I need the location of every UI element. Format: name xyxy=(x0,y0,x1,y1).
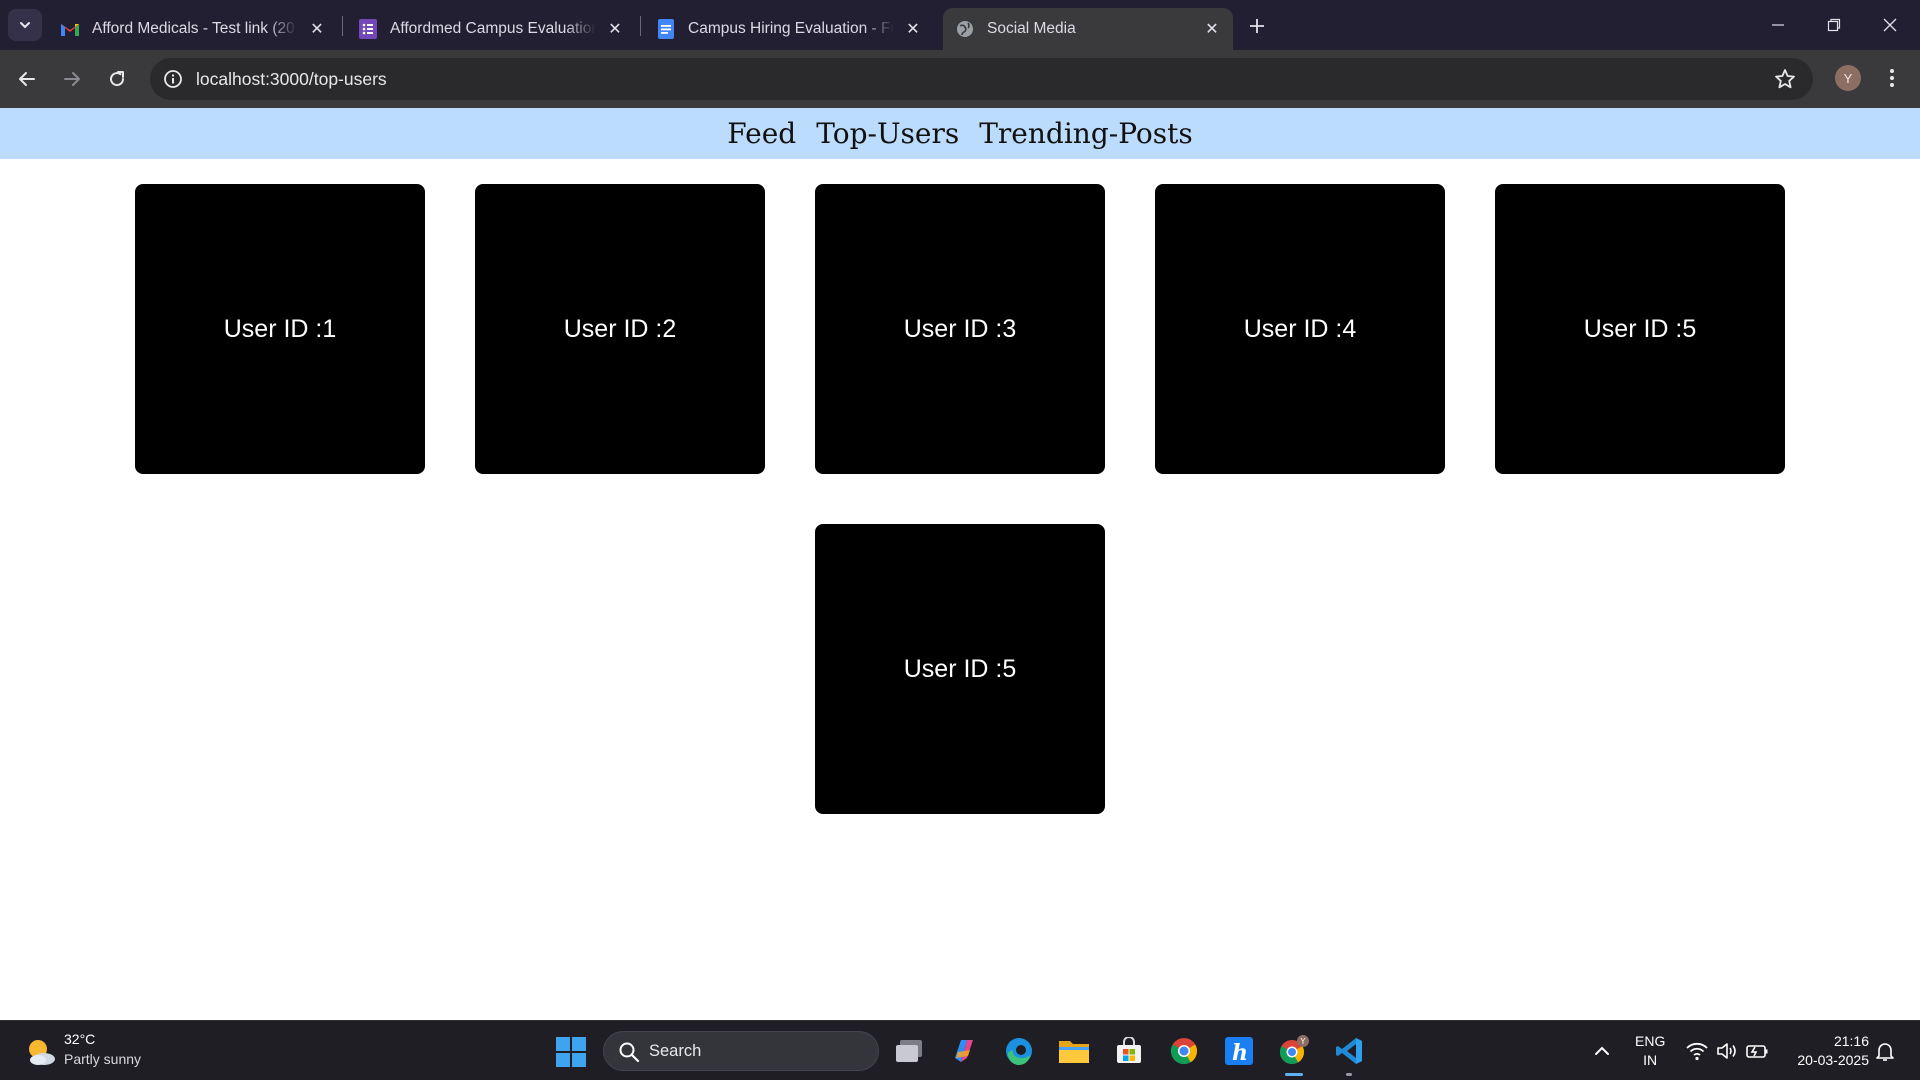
tab-campus-hiring[interactable]: Campus Hiring Evaluation - Full ✕ xyxy=(644,8,934,50)
user-card-label: User ID :3 xyxy=(903,314,1017,343)
language-code: ENG xyxy=(1635,1033,1666,1049)
plus-icon xyxy=(1250,19,1264,33)
user-card-label: User ID :5 xyxy=(1583,314,1697,343)
user-card-label: User ID :4 xyxy=(1243,314,1357,343)
wifi-icon[interactable] xyxy=(1685,1039,1709,1063)
hackerrank-icon[interactable]: h xyxy=(1221,1033,1257,1069)
tab-strip: Afford Medicals - Test link (20.0 ✕ Affo… xyxy=(0,0,1920,50)
new-tab-button[interactable] xyxy=(1243,12,1271,40)
chrome-icon[interactable] xyxy=(1166,1033,1202,1069)
user-card[interactable]: User ID :2 xyxy=(475,184,765,474)
user-card[interactable]: User ID :4 xyxy=(1155,184,1445,474)
taskbar-search-label: Search xyxy=(649,1042,702,1060)
top-users-grid: User ID :1 User ID :2 User ID :3 User ID… xyxy=(135,184,1785,814)
tab-separator xyxy=(640,16,641,36)
partly-sunny-icon[interactable] xyxy=(24,1035,58,1069)
url-text[interactable]: localhost:3000/top-users xyxy=(196,69,387,90)
arrow-right-icon xyxy=(64,72,80,86)
close-icon[interactable]: ✕ xyxy=(604,18,626,40)
weather-description[interactable]: Partly sunny xyxy=(64,1051,141,1067)
system-clock[interactable]: 21:16 20-03-2025 xyxy=(1785,1032,1869,1070)
notification-bell-icon[interactable] xyxy=(1873,1039,1897,1063)
tab-affordmed-campus[interactable]: Affordmed Campus Evaluation | ✕ xyxy=(346,8,636,50)
site-info-icon[interactable] xyxy=(162,68,184,90)
chrome-profile-icon[interactable]: Y xyxy=(1276,1033,1312,1069)
clock-time: 21:16 xyxy=(1833,1033,1869,1049)
user-card[interactable]: User ID :5 xyxy=(1495,184,1785,474)
tab-title: Affordmed Campus Evaluation | xyxy=(390,20,596,37)
active-app-indicator xyxy=(1285,1073,1303,1076)
forward-button[interactable] xyxy=(57,64,87,94)
user-card[interactable]: User ID :3 xyxy=(815,184,1105,474)
user-card[interactable]: User ID :5 xyxy=(815,524,1105,814)
address-bar[interactable]: localhost:3000/top-users xyxy=(150,58,1813,100)
close-icon xyxy=(1883,18,1897,32)
tab-title: Campus Hiring Evaluation - Full xyxy=(688,20,894,37)
windows-taskbar: 32°C Partly sunny Search h Y ENG IN 21:1… xyxy=(0,1020,1920,1080)
chevron-down-icon xyxy=(20,22,30,29)
user-card-label: User ID :5 xyxy=(903,654,1017,683)
nav-link-top-users[interactable]: Top-Users xyxy=(816,117,959,150)
more-vertical-icon xyxy=(1890,69,1894,87)
nav-link-feed[interactable]: Feed xyxy=(727,117,796,150)
restore-button[interactable] xyxy=(1806,0,1862,50)
tab-separator xyxy=(342,16,343,36)
back-button[interactable] xyxy=(12,64,42,94)
reload-button[interactable] xyxy=(102,64,132,94)
bookmark-star-icon[interactable] xyxy=(1773,67,1797,91)
copilot-icon[interactable] xyxy=(946,1033,982,1069)
weather-temperature[interactable]: 32°C xyxy=(64,1031,95,1047)
tab-afford-medicals[interactable]: Afford Medicals - Test link (20.0 ✕ xyxy=(48,8,338,50)
close-icon[interactable]: ✕ xyxy=(1201,18,1223,40)
input-language-indicator[interactable]: ENG IN xyxy=(1635,1032,1665,1070)
region-code: IN xyxy=(1643,1052,1658,1068)
microsoft-store-icon[interactable] xyxy=(1111,1033,1147,1069)
gmail-icon xyxy=(60,19,80,39)
docs-icon xyxy=(656,19,676,39)
user-card-label: User ID :2 xyxy=(563,314,677,343)
clock-date: 20-03-2025 xyxy=(1797,1052,1869,1068)
profile-avatar[interactable]: Y xyxy=(1835,65,1861,91)
close-icon[interactable]: ✕ xyxy=(306,18,328,40)
minimize-icon xyxy=(1772,24,1784,26)
tab-title: Social Media xyxy=(987,20,1076,37)
file-explorer-icon[interactable] xyxy=(1056,1033,1092,1069)
running-app-indicator xyxy=(1346,1073,1352,1076)
browser-menu-button[interactable] xyxy=(1880,63,1904,93)
user-card[interactable]: User ID :1 xyxy=(135,184,425,474)
browser-toolbar: localhost:3000/top-users Y xyxy=(0,50,1920,108)
forms-icon xyxy=(358,19,378,39)
user-card-label: User ID :1 xyxy=(223,314,337,343)
close-icon[interactable]: ✕ xyxy=(902,18,924,40)
taskbar-search-box[interactable]: Search xyxy=(603,1031,879,1071)
tab-title: Afford Medicals - Test link (20.0 xyxy=(92,20,298,37)
windows-start-icon[interactable] xyxy=(556,1037,586,1067)
globe-icon xyxy=(955,19,975,39)
volume-icon[interactable] xyxy=(1715,1039,1739,1063)
search-icon xyxy=(619,1042,640,1063)
chevron-up-icon[interactable] xyxy=(1590,1039,1614,1063)
page-viewport: Feed Top-Users Trending-Posts User ID :1… xyxy=(0,108,1920,1020)
arrow-left-icon xyxy=(19,72,35,86)
vscode-icon[interactable] xyxy=(1331,1033,1367,1069)
tab-search-button[interactable] xyxy=(8,9,42,41)
window-close-button[interactable] xyxy=(1862,0,1918,50)
battery-icon[interactable] xyxy=(1745,1039,1769,1063)
svg-text:h: h xyxy=(1232,1040,1248,1066)
svg-text:Y: Y xyxy=(1300,1037,1306,1046)
reload-icon xyxy=(110,71,125,87)
site-navigation: Feed Top-Users Trending-Posts xyxy=(0,108,1920,159)
task-view-icon[interactable] xyxy=(891,1033,927,1069)
nav-link-trending-posts[interactable]: Trending-Posts xyxy=(979,117,1193,150)
browser-chrome: Afford Medicals - Test link (20.0 ✕ Affo… xyxy=(0,0,1920,108)
minimize-button[interactable] xyxy=(1750,0,1806,50)
restore-icon xyxy=(1827,18,1841,32)
tab-social-media[interactable]: Social Media ✕ xyxy=(943,8,1233,50)
edge-browser-icon[interactable] xyxy=(1001,1033,1037,1069)
